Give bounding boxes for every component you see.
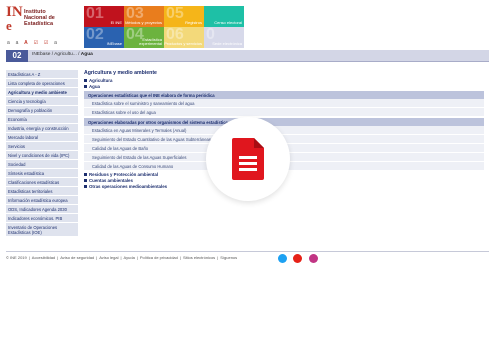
- contrast-button[interactable]: ☑: [44, 40, 50, 46]
- footer-link[interactable]: Aviso de seguridad: [60, 255, 94, 260]
- accessibility-tools: a a A ☑ ☑ a: [7, 40, 60, 46]
- tile-productos[interactable]: 06 Productos y servicios: [164, 27, 204, 48]
- footer-separator: |: [120, 255, 122, 260]
- bullet-icon: [84, 85, 87, 89]
- section-badge: 02: [6, 50, 28, 62]
- footer-separator: |: [136, 255, 138, 260]
- font-small-button[interactable]: a: [7, 40, 11, 46]
- ine-logo[interactable]: IN e Instituto Nacional de Estadística: [6, 4, 76, 34]
- logo-mark: IN e: [6, 4, 23, 33]
- sidebar-item[interactable]: Estadísticas A - Z: [6, 70, 78, 79]
- logo-text: Instituto Nacional de Estadística: [24, 9, 55, 27]
- sidebar-item[interactable]: Industria, energía y construcción: [6, 124, 78, 133]
- document-overlay[interactable]: [206, 117, 290, 201]
- sidebar-item[interactable]: Nivel y condiciones de vida (IPC): [6, 151, 78, 160]
- expand-icon: [84, 179, 87, 183]
- page: IN e Instituto Nacional de Estadística a …: [0, 0, 495, 346]
- contrast-button[interactable]: ☑: [34, 40, 40, 46]
- table-row[interactable]: Estadísticas sobre el uso del agua: [84, 108, 484, 117]
- tile-censo-electoral[interactable]: Censo electoral: [204, 6, 244, 27]
- expandable-link[interactable]: Otras operaciones medioambientales: [84, 184, 484, 190]
- tile-estadistica-experimental[interactable]: 04 Estadística experimental: [124, 27, 164, 48]
- section-heading: Agricultura y medio ambiente: [84, 70, 157, 76]
- sidebar-item[interactable]: Inventario de Operaciones Estadísticas (…: [6, 223, 78, 237]
- link-agua[interactable]: Agua: [84, 84, 484, 90]
- footer-link: © INE 2019: [6, 255, 27, 260]
- sidebar-item[interactable]: Agricultura y medio ambiente: [6, 88, 78, 97]
- breadcrumb-path[interactable]: INEbase / Agricultu... /: [32, 52, 81, 57]
- document-icon: [232, 138, 264, 180]
- breadcrumb-current: Agua: [80, 52, 93, 57]
- breadcrumb-bar: 02 INEbase / Agricultu... / Agua: [6, 50, 489, 62]
- expand-icon: [84, 185, 87, 189]
- tile-el-ine[interactable]: 01 El INE: [84, 6, 124, 27]
- logo-line: Estadística: [24, 21, 54, 27]
- language-button[interactable]: a: [54, 40, 58, 46]
- footer-link[interactable]: Síguenos: [220, 255, 237, 260]
- footer-separator: |: [96, 255, 98, 260]
- expand-icon: [84, 173, 87, 177]
- breadcrumb[interactable]: INEbase / Agricultu... / Agua: [32, 52, 93, 57]
- tile-inebase[interactable]: 02 INEbase: [84, 27, 124, 48]
- sidebar-item[interactable]: Sociedad: [6, 160, 78, 169]
- tile-sede-electronica[interactable]: 0 Sede electrónica: [204, 27, 244, 48]
- footer-separator: |: [57, 255, 59, 260]
- social-links: [278, 250, 320, 264]
- sidebar-item[interactable]: Demografía y población: [6, 106, 78, 115]
- sidebar-nav: Estadísticas A - Z Lista completa de oper…: [6, 70, 78, 237]
- tile-registros[interactable]: 05 Registros: [164, 6, 204, 27]
- sidebar-item[interactable]: Estadísticas territoriales: [6, 187, 78, 196]
- footer-link[interactable]: Aviso legal: [99, 255, 118, 260]
- table-row[interactable]: Estadística en Aguas Minerales y Termale…: [84, 126, 484, 135]
- font-medium-button[interactable]: a: [16, 40, 20, 46]
- footer: © INE 2019 | Accesibilidad | Aviso de seguri…: [6, 251, 489, 261]
- font-large-button[interactable]: A: [24, 40, 29, 46]
- sidebar-item[interactable]: Economía: [6, 115, 78, 124]
- footer-link[interactable]: Accesibilidad: [32, 255, 55, 260]
- footer-link[interactable]: Política de privacidad: [140, 255, 178, 260]
- section-header: Operaciones estadísticas que el INE elab…: [84, 91, 484, 99]
- sidebar-item[interactable]: Mercado laboral: [6, 133, 78, 142]
- instagram-icon[interactable]: [308, 254, 318, 264]
- youtube-icon[interactable]: [293, 254, 303, 264]
- tile-metodos[interactable]: 03 Métodos y proyectos: [124, 6, 164, 27]
- section-header: Operaciones elaboradas por otros organis…: [84, 118, 484, 126]
- footer-separator: |: [28, 255, 30, 260]
- footer-link[interactable]: Ayuda: [124, 255, 135, 260]
- sidebar-item[interactable]: Lista completa de operaciones: [6, 79, 78, 88]
- sidebar-item[interactable]: ODS, Indicadores Agenda 2030: [6, 205, 78, 214]
- sidebar-item[interactable]: Clasificaciones estadísticas: [6, 178, 78, 187]
- table-row[interactable]: Estadística sobre el suministro y saneam…: [84, 99, 484, 108]
- sidebar-item[interactable]: Síntesis estadística: [6, 169, 78, 178]
- footer-separator: |: [179, 255, 181, 260]
- footer-link[interactable]: Sitios electrónicos: [183, 255, 215, 260]
- bullet-icon: [84, 79, 87, 83]
- sidebar-item[interactable]: Ciencia y tecnología: [6, 97, 78, 106]
- sidebar-item[interactable]: Información estadística europea: [6, 196, 78, 205]
- sidebar-item[interactable]: Indicadores económicos. PIB: [6, 214, 78, 223]
- twitter-icon[interactable]: [278, 254, 287, 264]
- main-nav-tiles: 01 El INE 03 Métodos y proyectos 05 Registr…: [84, 6, 244, 48]
- sidebar-item[interactable]: Servicios: [6, 142, 78, 151]
- footer-separator: |: [217, 255, 219, 260]
